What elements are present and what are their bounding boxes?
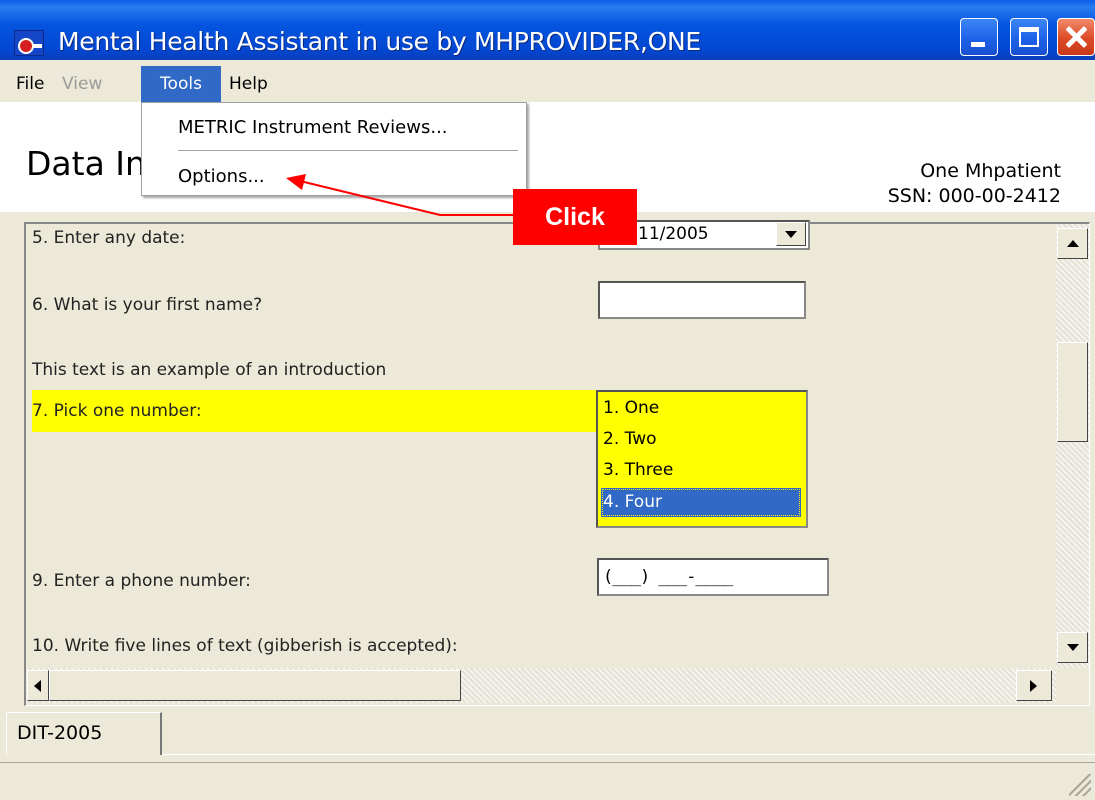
horizontal-scroll-thumb[interactable] <box>49 670 461 701</box>
close-button[interactable] <box>1057 18 1095 56</box>
tools-menu-dropdown: METRIC Instrument Reviews... Options... <box>141 102 527 196</box>
arrow-right-icon <box>1030 680 1037 692</box>
menu-file[interactable]: File <box>10 66 50 102</box>
arrow-up-icon <box>1067 240 1079 247</box>
tab-divider <box>162 754 1095 755</box>
scroll-up-button[interactable] <box>1057 228 1088 259</box>
menu-item-metric-reviews[interactable]: METRIC Instrument Reviews... <box>178 117 448 138</box>
menu-bar: File View Tools Help <box>0 66 1095 102</box>
scroll-left-button[interactable] <box>27 670 49 701</box>
tab-dit-2005[interactable]: DIT-2005 <box>6 712 162 755</box>
status-bar <box>0 762 1095 800</box>
minimize-button[interactable] <box>960 18 998 56</box>
vertical-scrollbar[interactable] <box>1056 224 1089 668</box>
arrow-left-icon <box>34 680 41 692</box>
menu-tools[interactable]: Tools <box>141 66 221 102</box>
vertical-scroll-thumb[interactable] <box>1057 342 1088 442</box>
list-option[interactable]: 1. One <box>601 394 801 423</box>
date-value: 11/2005 <box>638 224 709 244</box>
horizontal-scrollbar[interactable] <box>26 668 1056 703</box>
click-annotation: Click <box>513 189 637 245</box>
intro-text: This text is an example of an introducti… <box>32 360 387 380</box>
maximize-icon <box>1019 27 1039 47</box>
window-title: Mental Health Assistant in use by MHPROV… <box>58 27 701 56</box>
menu-help[interactable]: Help <box>223 66 274 102</box>
form-panel: 5. Enter any date: 11/2005 6. What is yo… <box>24 220 1090 706</box>
page-title: Data In <box>26 144 146 183</box>
list-option[interactable]: 3. Three <box>601 456 801 485</box>
question-5-label: 5. Enter any date: <box>32 228 186 248</box>
list-option[interactable]: 2. Two <box>601 425 801 454</box>
number-listbox[interactable]: 1. One 2. Two 3. Three 4. Four <box>596 390 808 528</box>
first-name-input[interactable] <box>598 281 806 319</box>
question-7-row: 7. Pick one number: <box>32 390 602 432</box>
app-icon[interactable] <box>14 30 44 56</box>
resize-grip-icon[interactable] <box>1069 774 1091 796</box>
menu-view: View <box>62 74 103 94</box>
menu-separator <box>178 150 518 152</box>
patient-name: One Mhpatient <box>920 160 1061 182</box>
arrow-down-icon <box>1067 644 1079 651</box>
date-dropdown-button[interactable] <box>776 222 806 246</box>
maximize-button[interactable] <box>1010 18 1048 56</box>
title-bar[interactable]: Mental Health Assistant in use by MHPROV… <box>0 0 1095 60</box>
close-icon <box>1058 19 1094 55</box>
question-10-label: 10. Write five lines of text (gibberish … <box>32 636 458 656</box>
phone-input[interactable]: (___) ___-____ <box>597 558 829 596</box>
scroll-corner <box>1056 668 1089 703</box>
menu-item-options[interactable]: Options... <box>178 166 265 187</box>
chevron-down-icon <box>785 231 797 238</box>
list-option-selected[interactable]: 4. Four <box>601 488 801 517</box>
question-6-label: 6. What is your first name? <box>32 295 263 315</box>
question-9-label: 9. Enter a phone number: <box>32 571 251 591</box>
patient-ssn: SSN: 000-00-2412 <box>887 185 1061 207</box>
app-icon-bar <box>32 44 42 48</box>
question-7-label: 7. Pick one number: <box>32 401 202 421</box>
tab-label: DIT-2005 <box>17 722 103 744</box>
minimize-icon <box>971 42 985 47</box>
scroll-down-button[interactable] <box>1057 632 1088 663</box>
scroll-right-button[interactable] <box>1016 670 1052 701</box>
phone-mask: (___) ___-____ <box>603 567 733 587</box>
app-window: Mental Health Assistant in use by MHPROV… <box>0 0 1095 800</box>
